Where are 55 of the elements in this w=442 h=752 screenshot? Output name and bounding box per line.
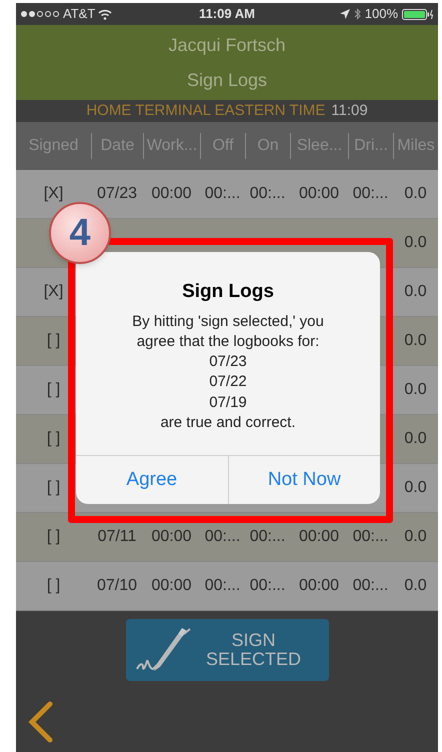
table-cell-text: 00:00 — [298, 184, 340, 204]
carrier-label: AT&T — [63, 5, 96, 24]
table-cell-text: 0.0 — [403, 184, 428, 204]
user-name: Jacqui Fortsch — [168, 34, 286, 57]
clock: 11:09 AM — [199, 5, 255, 24]
table-cell-text: 0.0 — [403, 478, 428, 498]
battery-label: 100% — [364, 5, 398, 24]
table-cell-text: [ ] — [46, 331, 62, 351]
table-cell-text: 00:00 — [298, 576, 340, 596]
table-row[interactable]: [X] 07/23 00:00 00:... 00:... 00:00 00:... 0.0 — [16, 170, 438, 219]
dialog-button[interactable]: Agree — [76, 456, 228, 504]
sign-selected-button[interactable]: SIGN SELECTED — [126, 619, 329, 681]
wifi-icon — [98, 8, 112, 20]
table-cell-text: [ ] — [46, 527, 62, 547]
table-cell-text: 00:... — [204, 184, 242, 204]
table-cell-text: 0.0 — [403, 576, 428, 596]
table-cell-text: 00:... — [248, 184, 286, 204]
dialog-title: Sign Logs — [181, 280, 275, 304]
table-cell-text: 00:... — [248, 527, 286, 547]
table-cell-text: 00:00 — [298, 527, 340, 547]
back-button[interactable] — [26, 701, 54, 743]
dialog-button[interactable]: Not Now — [228, 456, 380, 504]
page-title: Sign Logs — [186, 68, 268, 92]
table-cell-text: [ ] — [46, 576, 62, 596]
table-cell-text: [ ] — [46, 478, 62, 498]
terminal-label: HOME TERMINAL EASTERN TIME — [86, 100, 326, 121]
table-cell-text: 00:00 — [150, 576, 193, 596]
table-cell-text: 00:... — [352, 527, 390, 547]
table-cell-text: 00:00 — [150, 184, 193, 204]
table-cell-text: 0.0 — [403, 282, 428, 302]
table-cell-text: 07/11 — [96, 527, 138, 547]
table-row[interactable]: [ ] 07/10 00:00 00:... 00:... 00:00 00:... 0.0 — [16, 562, 438, 611]
table-cell-text: 0.0 — [403, 527, 428, 547]
dialog-message: By hitting 'sign selected,' you agree that the logbooks for: 07/23 07/22 07/19 are true and correct. — [131, 312, 325, 433]
table-cell-text: 07/10 — [96, 576, 138, 596]
signal-icon — [20, 10, 60, 18]
location-icon — [340, 9, 350, 19]
table-cell-text: 0.0 — [403, 331, 428, 351]
table-cell-text: 00:... — [352, 576, 390, 596]
terminal-time: 11:09 — [331, 100, 368, 121]
table-cell-text: 0.0 — [403, 429, 428, 449]
table-cell-text: 00:... — [204, 576, 242, 596]
table-cell-text: 00:... — [248, 576, 286, 596]
table-cell-text: [ ] — [46, 380, 62, 400]
table-cell-text: 00:... — [352, 184, 390, 204]
bluetooth-icon — [354, 8, 361, 20]
table-cell-text: 00:00 — [150, 527, 193, 547]
table-cell-text: 0.0 — [403, 233, 428, 253]
table-cell-text: [ ] — [46, 429, 62, 449]
table-cell-text: [X] — [42, 282, 64, 302]
table-cell-text: [X] — [42, 184, 64, 204]
table-cell-text: 0.0 — [403, 380, 428, 400]
table-cell-text: 07/23 — [96, 184, 138, 204]
battery-icon — [402, 8, 434, 20]
table-cell-text: 00:... — [204, 527, 242, 547]
